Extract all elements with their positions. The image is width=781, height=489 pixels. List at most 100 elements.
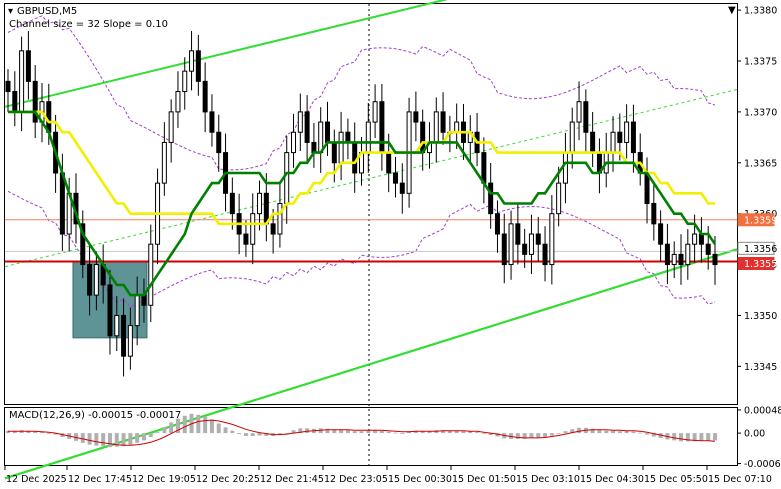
candle-body — [705, 243, 711, 255]
price-tag-label: 1.3359 — [744, 215, 777, 226]
candle-body — [141, 294, 147, 306]
time-tick-label: 15 Dec 04:30 — [580, 474, 644, 485]
price-tags-layer: 1.3359 1.3356 1.3355 — [737, 213, 777, 271]
time-tick-label: 12 Dec 20:25 — [196, 474, 260, 485]
candle-body — [175, 91, 181, 113]
macd-histogram-bar — [713, 433, 717, 441]
candle-body — [263, 192, 269, 225]
candle-body — [433, 111, 439, 143]
candle-body — [5, 80, 11, 93]
candle-body — [19, 50, 25, 113]
macd-histogram-bar — [386, 431, 391, 434]
macd-histogram-bar — [107, 433, 112, 448]
candle-body — [549, 213, 555, 266]
macd-histogram-bar — [128, 433, 133, 445]
chart-symbol-label: GBPUSD,M5 — [17, 6, 77, 17]
candle-body — [202, 80, 208, 113]
macd-histogram-bar — [699, 433, 704, 441]
macd-histogram-bar — [182, 415, 187, 434]
macd-histogram-bar — [216, 423, 221, 434]
time-tick-label: 15 Dec 01:50 — [452, 474, 516, 485]
candle-body — [311, 141, 317, 154]
candle-body — [46, 101, 52, 133]
chart-title-symbol-icon: ▾ — [8, 6, 13, 17]
price-tag-label: 1.3355 — [744, 259, 777, 270]
macd-histogram-bar — [672, 433, 677, 441]
macd-tick-label: -0.00063 — [744, 459, 781, 470]
macd-histogram-bar — [604, 430, 609, 434]
price-tick-label: 1.3370 — [744, 107, 777, 118]
macd-tick-label: 0.00 — [744, 429, 765, 440]
macd-histogram-bar — [536, 433, 541, 438]
macd-histogram-bar — [379, 430, 384, 434]
candle-body — [250, 213, 256, 245]
candle-body — [25, 50, 31, 82]
macd-histogram-bar — [332, 429, 337, 434]
candle-body — [161, 141, 167, 184]
macd-histogram-bar — [209, 419, 214, 434]
price-tick-label: 1.3365 — [744, 158, 777, 169]
macd-histogram-bar — [617, 431, 622, 434]
macd-histogram-bar — [94, 433, 99, 446]
time-tick-label: 15 Dec 05:50 — [644, 474, 708, 485]
candle-body — [630, 121, 636, 154]
candle-body — [386, 152, 392, 174]
macd-histogram-bar — [46, 433, 51, 434]
candle-body — [195, 50, 201, 82]
candle-body — [610, 131, 616, 154]
time-tick-label: 12 Dec 2025 — [6, 474, 67, 485]
macd-histogram-bar — [223, 427, 228, 434]
candle-body — [59, 172, 65, 235]
candle-body — [508, 223, 514, 266]
candle-body — [325, 121, 331, 143]
macd-histogram-bar — [679, 433, 684, 442]
time-tick-label: 15 Dec 07:10 — [708, 474, 772, 485]
macd-histogram-bar — [631, 431, 636, 434]
chart-menu-arrow-icon[interactable]: ▼ — [728, 5, 736, 16]
macd-histogram-bar — [148, 433, 153, 437]
macd-histogram-bar — [706, 433, 711, 441]
macd-histogram-bar — [101, 433, 106, 447]
candle-body — [522, 243, 528, 255]
price-tick-label: 1.3375 — [744, 56, 777, 67]
candle-body — [692, 233, 698, 245]
macd-histogram-bar — [352, 431, 357, 434]
candle-body — [392, 172, 398, 184]
candle-body — [685, 243, 691, 266]
macd-histogram-bar — [393, 432, 398, 434]
candle-body — [501, 233, 507, 266]
candle-body — [515, 223, 521, 245]
candle-body — [454, 121, 460, 133]
time-tick-label: 12 Dec 17:45 — [68, 474, 132, 485]
candle-body — [338, 131, 344, 164]
macd-histogram-bar — [80, 433, 85, 443]
macd-histogram-bar — [257, 433, 262, 436]
candle-body — [488, 182, 494, 215]
macd-histogram-bar — [475, 432, 480, 434]
macd-histogram-bar — [556, 433, 561, 434]
macd-histogram-bar — [563, 431, 568, 434]
macd-histogram-bar — [339, 429, 344, 434]
candle-body — [297, 111, 303, 133]
candle-body — [624, 121, 630, 143]
price-tick-label: 1.3350 — [744, 311, 777, 322]
candle-body — [678, 253, 684, 266]
price-tick-label: 1.3380 — [744, 6, 777, 17]
gbpusd-m5-chart: 0.00048 0.00 -0.00063 1.3380 1.3375 1.3370 1.… — [4, 0, 781, 485]
price-tick-label: 1.3345 — [744, 362, 777, 373]
candle-body — [168, 111, 174, 143]
candle-body — [617, 131, 623, 143]
macd-histogram-bar — [366, 430, 371, 434]
macd-histogram-bar — [645, 433, 650, 435]
macd-histogram-bar — [243, 433, 248, 437]
candle-body — [12, 91, 18, 113]
candle-body — [189, 50, 195, 72]
candle-body — [712, 253, 718, 266]
macd-label: MACD(12,26,9) -0.00015 -0.00017 — [9, 410, 181, 421]
macd-histogram-bar — [87, 433, 92, 445]
macd-histogram-bar — [230, 430, 235, 434]
candle-body — [651, 202, 657, 225]
time-tick-label: 12 Dec 19:05 — [132, 474, 196, 485]
macd-histogram-bar — [577, 427, 582, 434]
candle-body — [291, 131, 297, 154]
